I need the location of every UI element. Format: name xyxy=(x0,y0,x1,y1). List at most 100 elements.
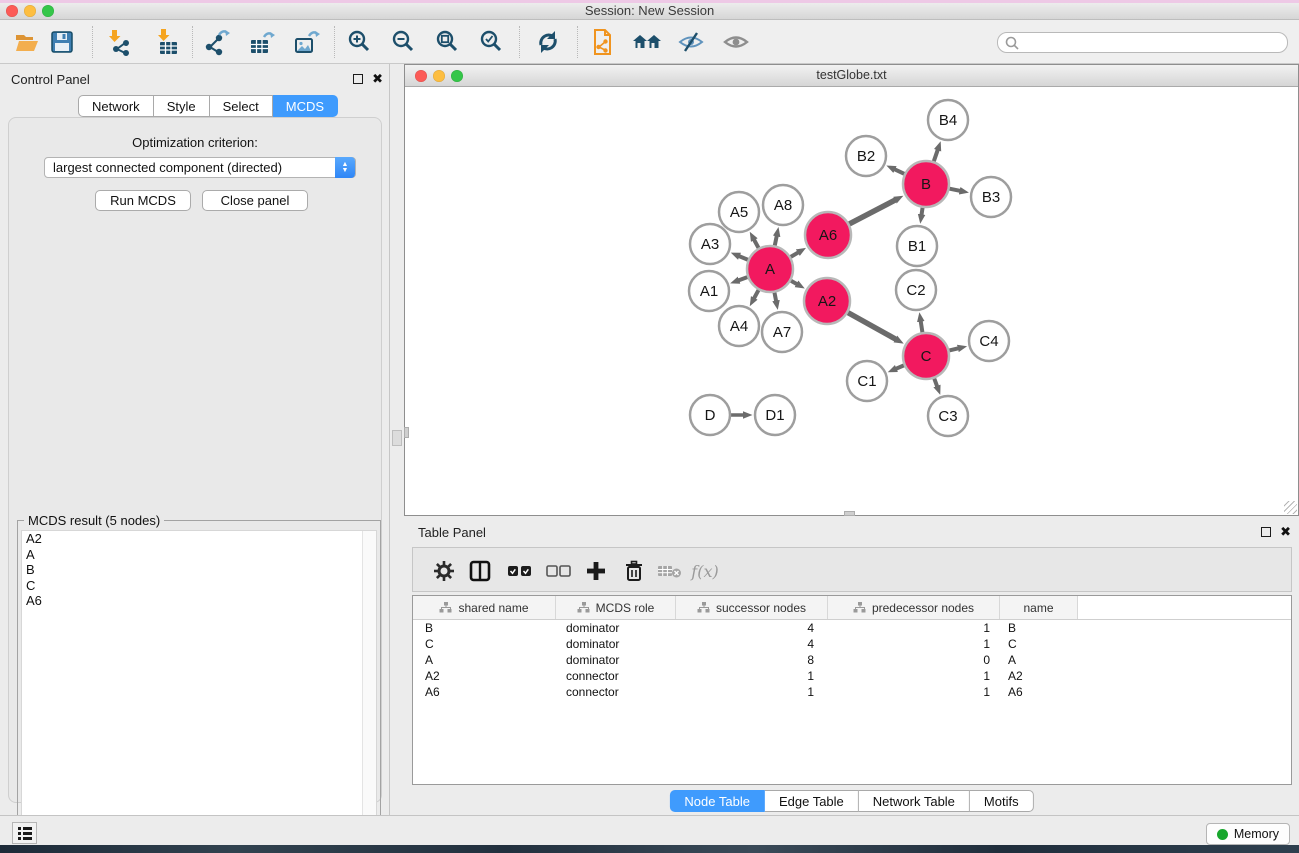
graph-node-C4[interactable]: C4 xyxy=(969,321,1009,361)
network-from-document-button[interactable] xyxy=(586,27,620,57)
mcds-result-item[interactable]: C xyxy=(22,578,376,594)
network-window-titlebar[interactable]: testGlobe.txt xyxy=(405,65,1298,87)
graph-node-A6[interactable]: A6 xyxy=(805,212,851,258)
show-columns-button[interactable] xyxy=(464,557,496,585)
graph-node-A1[interactable]: A1 xyxy=(689,271,729,311)
tab-mcds[interactable]: MCDS xyxy=(273,95,338,117)
graph-node-A4[interactable]: A4 xyxy=(719,306,759,346)
graph-edge-B-B2[interactable] xyxy=(894,169,904,174)
hide-selected-button[interactable] xyxy=(674,27,708,57)
network-maximize-button[interactable] xyxy=(451,70,463,82)
table-row[interactable]: Cdominator41C xyxy=(413,636,1291,652)
graph-edge-A-A8[interactable] xyxy=(775,235,777,245)
close-panel-icon[interactable]: ✖ xyxy=(1280,524,1291,540)
graph-edge-A-A7[interactable] xyxy=(774,293,776,302)
memory-button[interactable]: Memory xyxy=(1206,823,1290,845)
canvas-left-tab[interactable] xyxy=(404,427,409,438)
delete-table-button[interactable] xyxy=(654,557,686,585)
table-row[interactable]: Adominator80A xyxy=(413,652,1291,668)
mcds-result-item[interactable]: A2 xyxy=(22,531,376,547)
graph-edge-C-C4[interactable] xyxy=(949,348,958,350)
graph-edge-C-C1[interactable] xyxy=(896,365,904,369)
column-header-predecessor-nodes[interactable]: predecessor nodes xyxy=(828,596,1000,619)
graph-node-D[interactable]: D xyxy=(690,395,730,435)
graph-node-D1[interactable]: D1 xyxy=(755,395,795,435)
zoom-out-button[interactable] xyxy=(387,27,421,57)
graph-edge-A-A1[interactable] xyxy=(738,277,747,280)
graph-node-B3[interactable]: B3 xyxy=(971,177,1011,217)
tab-style[interactable]: Style xyxy=(154,95,210,117)
graph-node-C3[interactable]: C3 xyxy=(928,396,968,436)
network-canvas[interactable]: AA1A2A3A4A5A6A7A8BB1B2B3B4CC1C2C3C4DD1 xyxy=(405,87,1298,515)
save-session-button[interactable] xyxy=(45,27,79,57)
graph-edge-B-B3[interactable] xyxy=(950,189,961,191)
graph-node-A2[interactable]: A2 xyxy=(804,278,850,324)
graph-edge-A6-B[interactable] xyxy=(849,200,896,224)
show-all-button[interactable] xyxy=(719,27,753,57)
graph-edge-A-A3[interactable] xyxy=(739,256,748,260)
graph-node-A8[interactable]: A8 xyxy=(763,185,803,225)
import-network-button[interactable] xyxy=(101,27,135,57)
close-panel-button[interactable]: Close panel xyxy=(202,190,308,211)
zoom-in-button[interactable] xyxy=(343,27,377,57)
refresh-button[interactable] xyxy=(531,27,565,57)
tab-select[interactable]: Select xyxy=(210,95,273,117)
export-image-button[interactable] xyxy=(290,27,324,57)
network-close-button[interactable] xyxy=(415,70,427,82)
graph-edge-C-C3[interactable] xyxy=(934,379,937,387)
network-minimize-button[interactable] xyxy=(433,70,445,82)
graph-node-C[interactable]: C xyxy=(903,333,949,379)
graph-node-B4[interactable]: B4 xyxy=(928,100,968,140)
mcds-result-item[interactable]: A xyxy=(22,547,376,563)
close-window-button[interactable] xyxy=(6,5,18,17)
table-row[interactable]: A2connector11A2 xyxy=(413,668,1291,684)
tab-edge-table[interactable]: Edge Table xyxy=(765,790,859,812)
graph-edge-B-B4[interactable] xyxy=(934,149,938,161)
search-field[interactable] xyxy=(997,32,1288,53)
graph-edge-A-A4[interactable] xyxy=(754,290,759,299)
column-header-shared-name[interactable]: shared name xyxy=(413,596,556,619)
delete-column-button[interactable] xyxy=(618,557,650,585)
import-table-button[interactable] xyxy=(149,27,183,57)
column-header-MCDS-role[interactable]: MCDS role xyxy=(556,596,676,619)
gear-button[interactable] xyxy=(428,557,460,585)
table-row[interactable]: A6connector11A6 xyxy=(413,684,1291,700)
maximize-window-button[interactable] xyxy=(42,5,54,17)
column-header-name[interactable]: name xyxy=(1000,596,1078,619)
column-header-successor-nodes[interactable]: successor nodes xyxy=(676,596,828,619)
mcds-result-item[interactable]: A6 xyxy=(22,593,376,609)
add-column-button[interactable] xyxy=(580,557,612,585)
panel-divider-handle[interactable] xyxy=(392,430,402,446)
graph-node-B1[interactable]: B1 xyxy=(897,226,937,266)
export-table-button[interactable] xyxy=(245,27,279,57)
graph-edge-B-B1[interactable] xyxy=(921,208,922,216)
tab-node-table[interactable]: Node Table xyxy=(669,790,765,812)
tab-network-table[interactable]: Network Table xyxy=(859,790,970,812)
window-resize-grip[interactable] xyxy=(1284,501,1297,514)
graph-edge-C-C2[interactable] xyxy=(921,321,923,333)
float-panel-icon[interactable] xyxy=(353,74,363,84)
graph-edge-A2-C[interactable] xyxy=(848,313,896,340)
optimization-criterion-select[interactable]: largest connected component (directed) ▲… xyxy=(44,157,356,178)
open-session-button[interactable] xyxy=(10,27,44,57)
run-mcds-button[interactable]: Run MCDS xyxy=(95,190,191,211)
select-all-button[interactable] xyxy=(504,557,536,585)
mcds-result-list[interactable]: A2ABCA6 xyxy=(21,530,377,846)
minimize-window-button[interactable] xyxy=(24,5,36,17)
graph-node-A3[interactable]: A3 xyxy=(690,224,730,264)
float-panel-icon[interactable] xyxy=(1261,527,1271,537)
search-input[interactable] xyxy=(1020,35,1287,51)
first-neighbors-button[interactable] xyxy=(630,27,664,57)
graph-edge-A-A2[interactable] xyxy=(791,281,797,285)
show-panels-button[interactable] xyxy=(12,822,37,844)
graph-edge-A-A6[interactable] xyxy=(791,252,799,257)
deselect-all-button[interactable] xyxy=(543,557,575,585)
graph-node-A[interactable]: A xyxy=(747,246,793,292)
tab-network[interactable]: Network xyxy=(78,95,154,117)
mcds-result-item[interactable]: B xyxy=(22,562,376,578)
graph-node-A5[interactable]: A5 xyxy=(719,192,759,232)
graph-edge-A-A5[interactable] xyxy=(754,239,759,248)
function-builder-button[interactable]: f(x) xyxy=(689,557,721,585)
zoom-selected-button[interactable] xyxy=(475,27,509,57)
table-row[interactable]: Bdominator41B xyxy=(413,620,1291,636)
